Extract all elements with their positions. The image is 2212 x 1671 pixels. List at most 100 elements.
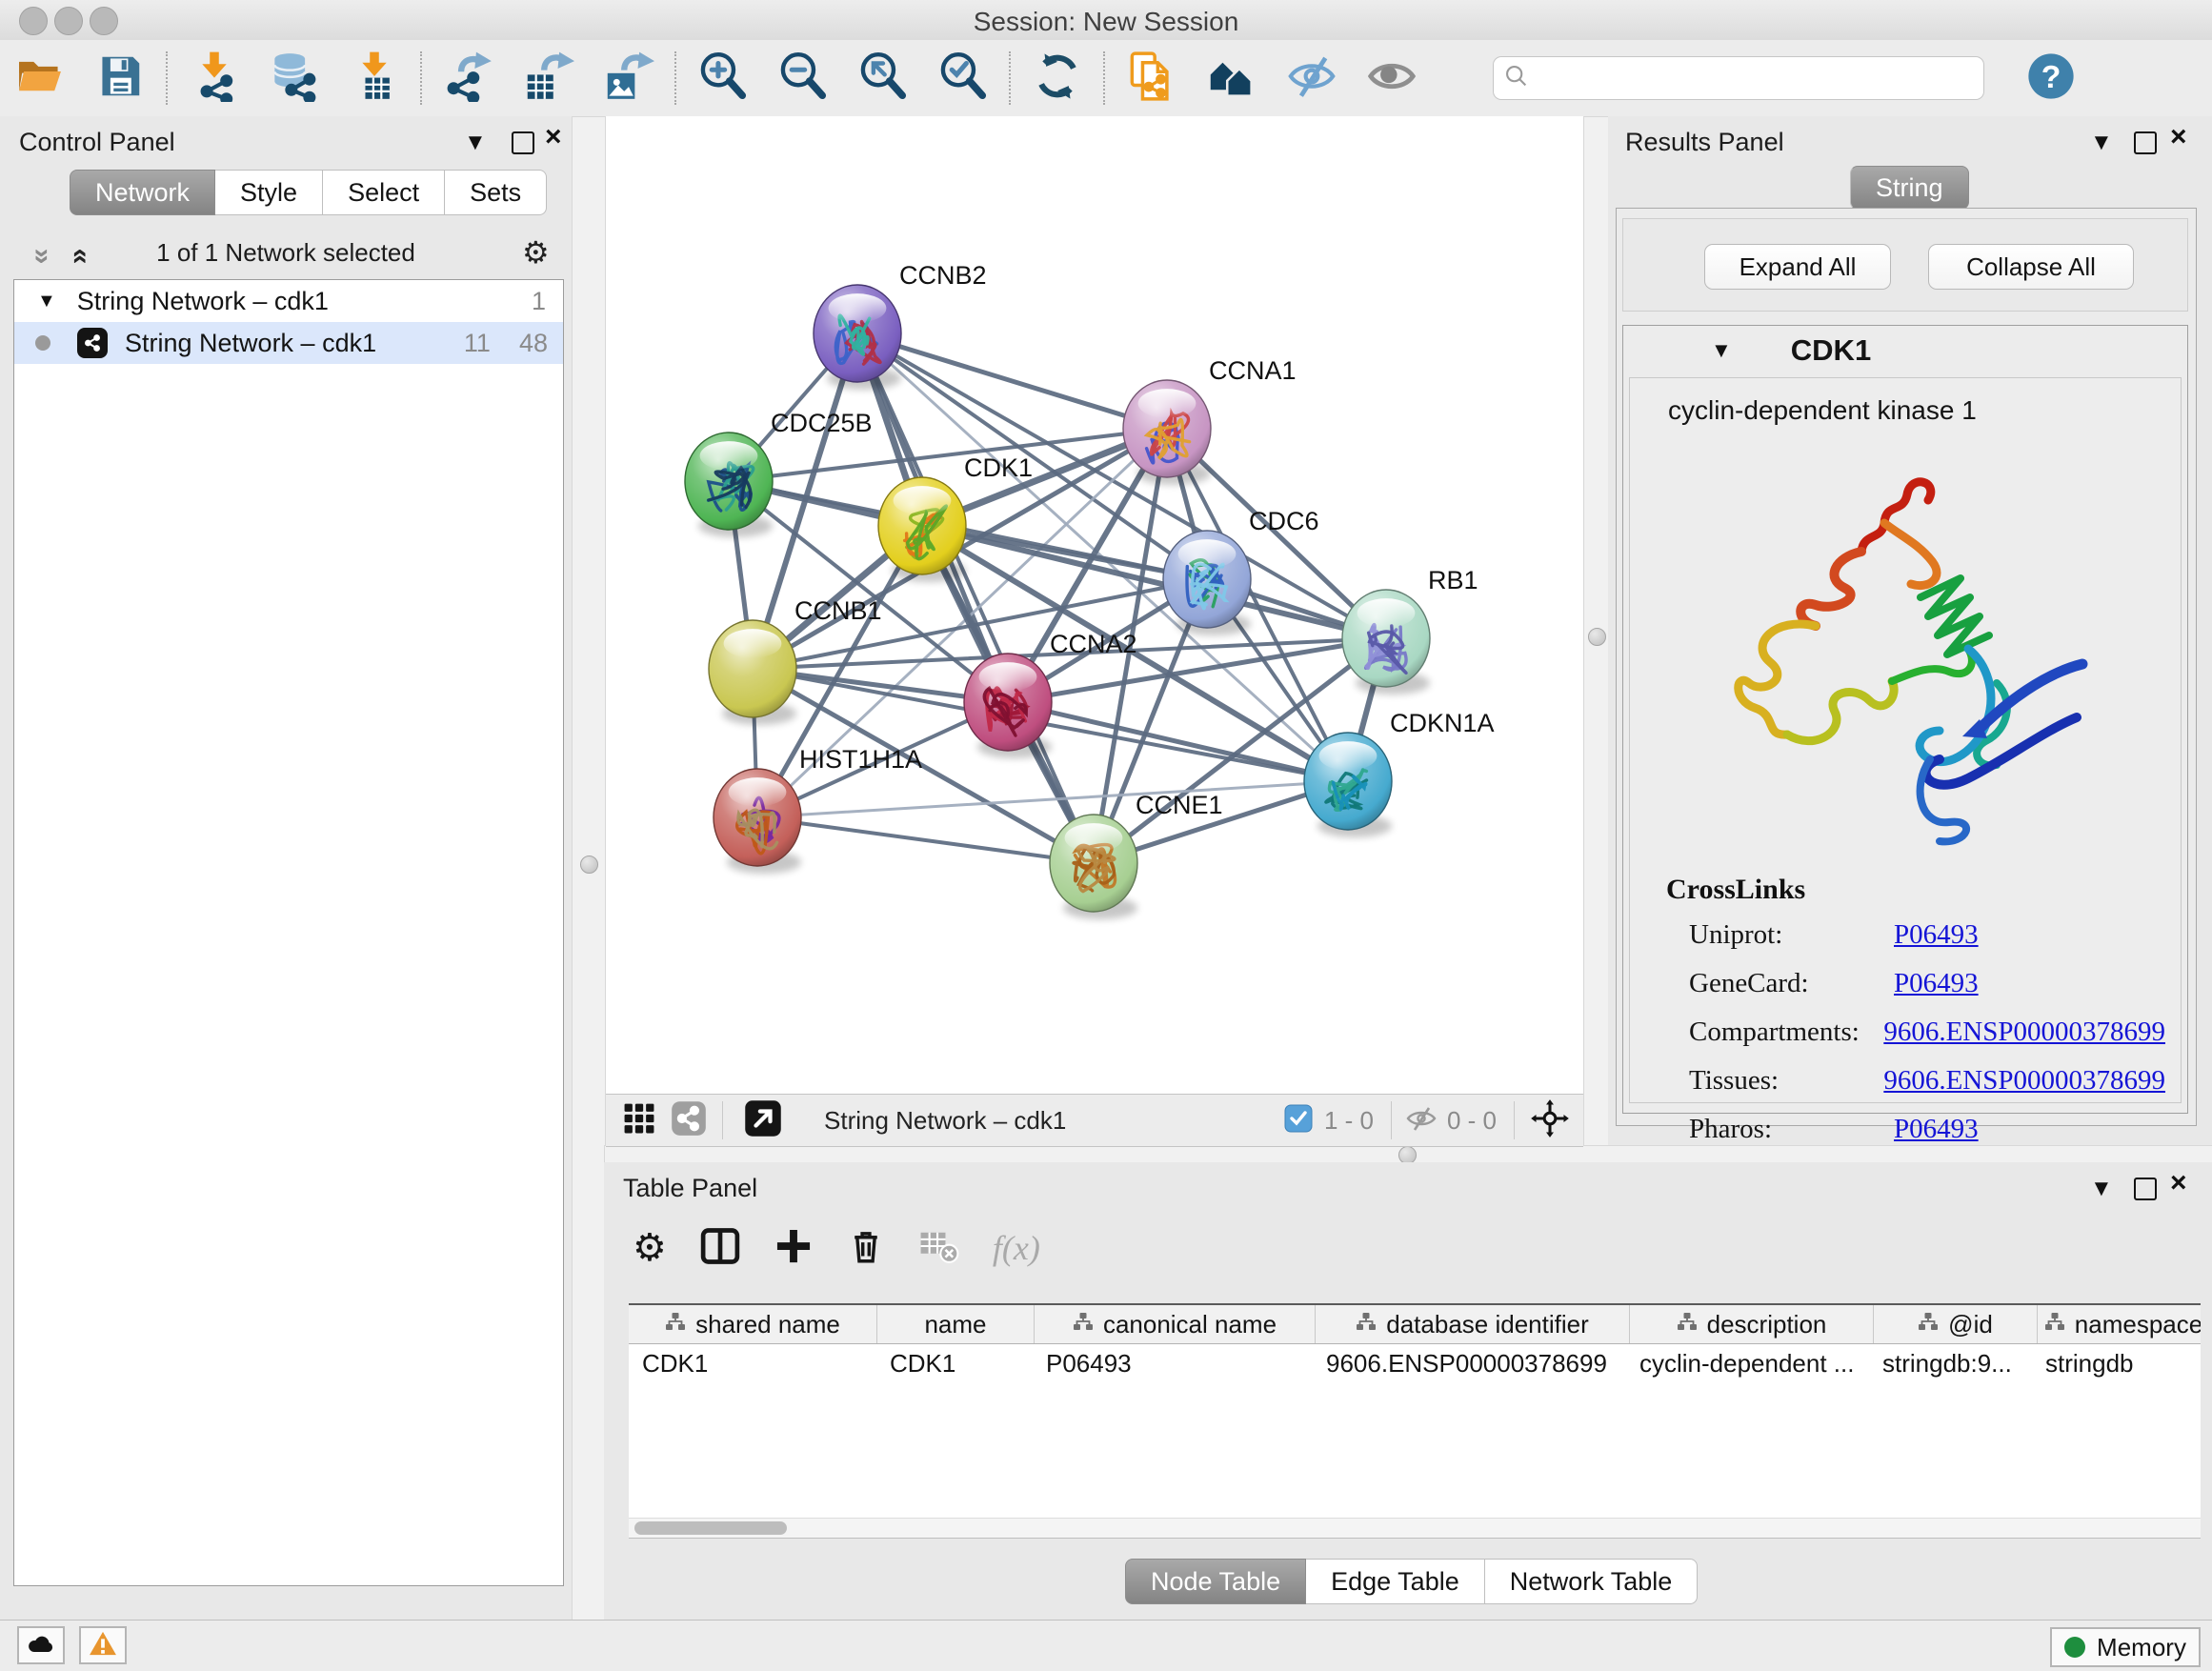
network-edge[interactable] [1008, 702, 1348, 781]
zoom-in-button[interactable] [683, 48, 763, 109]
table-cell[interactable]: stringdb:9... [1869, 1344, 2032, 1382]
gene-section-header[interactable]: ▼ CDK1 [1623, 326, 2187, 375]
network-node-CDKN1A[interactable] [1304, 733, 1392, 830]
expand-all-button[interactable]: Expand All [1704, 244, 1891, 290]
search-input[interactable] [1538, 64, 1974, 92]
column-header-namespace[interactable]: namespace [2038, 1305, 2201, 1343]
tab-node-table[interactable]: Node Table [1125, 1559, 1306, 1604]
export-network-button[interactable] [429, 48, 509, 109]
tab-select[interactable]: Select [323, 170, 445, 215]
network-node-CDK1[interactable] [878, 477, 966, 574]
import-table-file-button[interactable] [334, 48, 414, 109]
memory-button[interactable]: Memory [2050, 1627, 2201, 1667]
cloud-status-button[interactable] [17, 1626, 65, 1664]
results-panel-close-button[interactable]: × [2170, 126, 2187, 151]
hidden-eye-icon[interactable] [1405, 1102, 1438, 1139]
crosslink-link[interactable]: P06493 [1894, 1114, 1979, 1145]
network-node-CDC25B[interactable] [685, 433, 773, 530]
function-builder-button[interactable]: f(x) [993, 1228, 1040, 1268]
tab-sets[interactable]: Sets [445, 170, 547, 215]
network-node-CCNE1[interactable] [1050, 815, 1137, 912]
tab-edge-table[interactable]: Edge Table [1306, 1559, 1485, 1604]
network-row[interactable]: String Network – cdk1 11 48 [14, 322, 563, 364]
control-panel-float-button[interactable]: ▼ [464, 130, 487, 156]
network-collection-row[interactable]: ▼ String Network – cdk1 1 [14, 280, 563, 322]
crosslink-link[interactable]: 9606.ENSP00000378699 [1883, 1017, 2165, 1048]
apply-layout-button[interactable] [1017, 48, 1097, 109]
create-column-button[interactable] [774, 1226, 814, 1271]
control-panel-maximize-button[interactable] [512, 131, 534, 159]
import-network-file-button[interactable] [174, 48, 254, 109]
help-button[interactable]: ? [2011, 48, 2091, 109]
warnings-button[interactable] [79, 1626, 127, 1664]
table-panel-float-button[interactable]: ▼ [2090, 1176, 2113, 1202]
right-splitter[interactable] [1583, 116, 1610, 1147]
column-header--id[interactable]: @id [1874, 1305, 2038, 1343]
crosslink-link[interactable]: P06493 [1894, 968, 1979, 999]
zoom-selected-button[interactable] [923, 48, 1003, 109]
right-splitter-handle[interactable] [1588, 628, 1606, 646]
network-node-CCNA1[interactable] [1123, 380, 1211, 477]
table-cell[interactable]: CDK1 [629, 1344, 876, 1382]
delete-table-button[interactable] [918, 1225, 960, 1272]
results-panel-float-button[interactable]: ▼ [2090, 130, 2113, 156]
crosslink-link[interactable]: P06493 [1894, 919, 1979, 951]
network-node-HIST1H1A[interactable] [714, 769, 801, 866]
collapse-all-button[interactable]: Collapse All [1928, 244, 2134, 290]
graphics-details-on-button[interactable] [1352, 48, 1432, 109]
table-hscrollbar[interactable] [629, 1518, 2201, 1538]
tab-style[interactable]: Style [215, 170, 323, 215]
network-edge[interactable] [857, 333, 1167, 429]
network-edge[interactable] [757, 817, 1094, 863]
save-session-button[interactable] [80, 48, 160, 109]
import-network-database-button[interactable] [254, 48, 334, 109]
graphics-details-off-button[interactable] [1272, 48, 1352, 109]
network-edge[interactable] [857, 333, 1094, 863]
column-header-canonical-name[interactable]: canonical name [1035, 1305, 1316, 1343]
tab-string[interactable]: String [1850, 166, 1969, 210]
node-table[interactable]: shared namenamecanonical namedatabase id… [629, 1303, 2201, 1539]
network-node-CCNB1[interactable] [709, 620, 796, 717]
network-canvas[interactable]: CCNB2CCNA1CDC25BCDK1CDC6RB1CCNB1CCNA2CDK… [606, 116, 1583, 1094]
network-node-CCNB2[interactable] [814, 285, 901, 382]
section-expander-icon[interactable]: ▼ [1711, 338, 1732, 363]
string-style-button[interactable] [671, 1100, 707, 1141]
column-header-name[interactable]: name [877, 1305, 1035, 1343]
left-splitter[interactable] [572, 116, 606, 1621]
tree-expander-icon[interactable]: ▼ [37, 291, 56, 312]
column-header-shared-name[interactable]: shared name [629, 1305, 877, 1343]
control-panel-close-button[interactable]: × [545, 126, 562, 151]
table-cell[interactable]: CDK1 [876, 1344, 1033, 1382]
pan-mode-icon[interactable] [1530, 1098, 1570, 1143]
table-cell[interactable]: 9606.ENSP00000378699 [1313, 1344, 1626, 1382]
table-row[interactable]: CDK1CDK1P064939606.ENSP00000378699cyclin… [629, 1344, 2201, 1382]
birds-eye-view-button[interactable] [621, 1100, 657, 1141]
network-node-CDC6[interactable] [1163, 531, 1251, 628]
table-panel-close-button[interactable]: × [2170, 1172, 2187, 1197]
table-options-button[interactable]: ⚙ [633, 1226, 667, 1270]
table-cell[interactable]: P06493 [1033, 1344, 1313, 1382]
search-box[interactable] [1493, 56, 1984, 100]
network-panel-options-button[interactable]: ⚙ [522, 234, 550, 271]
open-view-button[interactable] [744, 1099, 782, 1142]
network-node-RB1[interactable] [1342, 590, 1430, 687]
results-panel-maximize-button[interactable] [2134, 131, 2157, 159]
selected-checkbox-icon[interactable] [1284, 1104, 1313, 1137]
network-graph[interactable]: CCNB2CCNA1CDC25BCDK1CDC6RB1CCNB1CCNA2CDK… [606, 116, 1583, 1094]
column-header-database-identifier[interactable]: database identifier [1316, 1305, 1630, 1343]
open-in-web-button[interactable] [1112, 48, 1192, 109]
tab-network[interactable]: Network [70, 170, 215, 215]
table-hscrollbar-thumb[interactable] [634, 1521, 787, 1535]
export-table-button[interactable] [509, 48, 589, 109]
open-session-button[interactable] [0, 48, 80, 109]
string-home-button[interactable] [1192, 48, 1272, 109]
table-cell[interactable]: cyclin-dependent ... [1626, 1344, 1869, 1382]
delete-column-button[interactable] [846, 1226, 886, 1271]
zoom-out-button[interactable] [763, 48, 843, 109]
crosslink-link[interactable]: 9606.ENSP00000378699 [1883, 1065, 2165, 1097]
tab-network-table[interactable]: Network Table [1485, 1559, 1699, 1604]
zoom-fit-button[interactable] [843, 48, 923, 109]
left-splitter-handle[interactable] [580, 856, 598, 874]
export-image-button[interactable] [589, 48, 669, 109]
table-cell[interactable]: stringdb [2032, 1344, 2201, 1382]
